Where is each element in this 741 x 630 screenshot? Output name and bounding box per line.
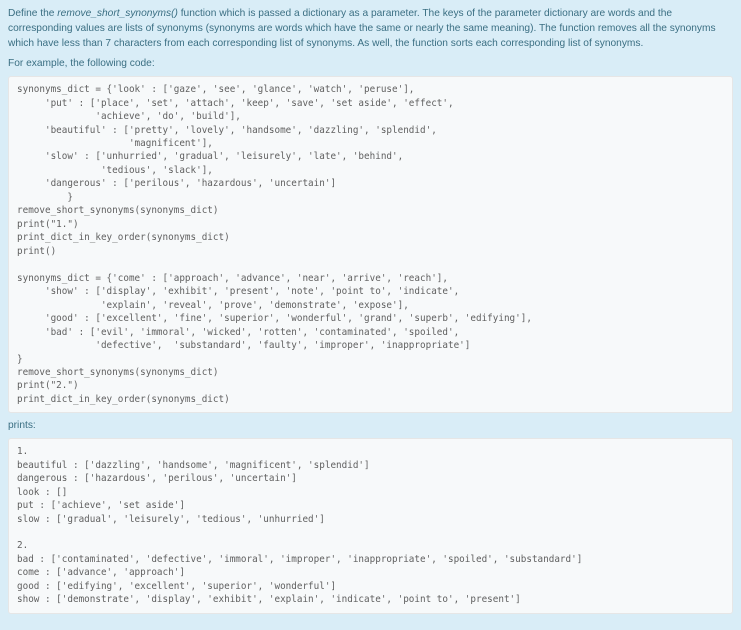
prints-label: prints: [8,419,733,434]
function-name: remove_short_synonyms() [57,8,178,19]
intro-paragraph: Define the remove_short_synonyms() funct… [8,7,733,51]
intro-text-1: Define the [8,8,57,19]
code-sample: synonyms_dict = {'look' : ['gaze', 'see'… [8,76,733,413]
example-label: For example, the following code: [8,57,733,72]
expected-output: 1. beautiful : ['dazzling', 'handsome', … [8,438,733,614]
problem-statement: Define the remove_short_synonyms() funct… [0,0,741,630]
